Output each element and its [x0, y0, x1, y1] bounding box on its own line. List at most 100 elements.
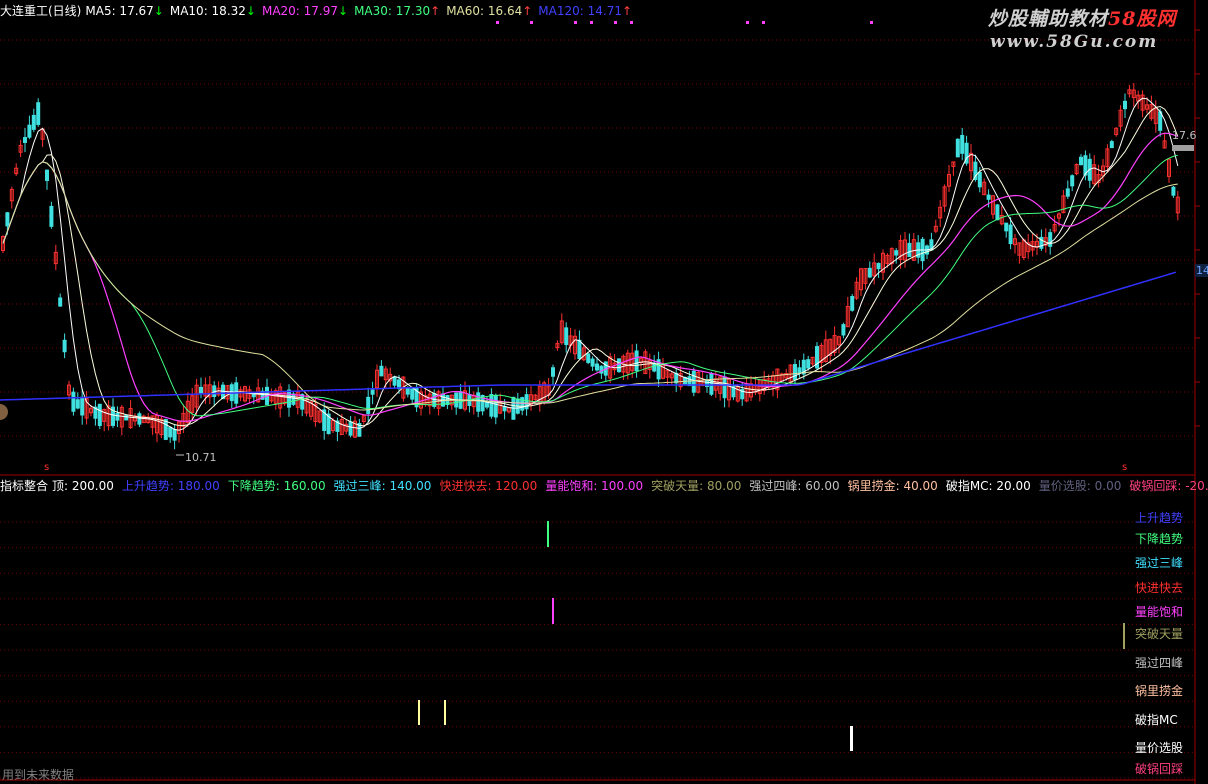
- candle-body: [1070, 175, 1075, 187]
- candle-body: [58, 297, 63, 307]
- indicator-row-label: 量价选股: [1135, 741, 1184, 755]
- ma-legend-item: MA5: 17.67↓: [85, 4, 163, 18]
- indicator-legend-item: 强过四峰: 60.00: [749, 479, 840, 493]
- signal-bar-down-trend: [547, 521, 549, 547]
- ma-legend-item: MA120: 14.71↑: [538, 4, 632, 18]
- candle-body: [27, 124, 32, 138]
- ma-legend-item: MA60: 16.64↑: [446, 4, 532, 18]
- candle-body: [590, 358, 595, 367]
- candle-body: [1008, 224, 1013, 245]
- ma-legend-item: MA30: 17.30↑: [354, 4, 440, 18]
- ma-trend-arrow-icon: ↓: [338, 4, 349, 18]
- indicator-row-label: 破锅回踩: [1135, 762, 1184, 776]
- scroll-edge-handle: [0, 404, 8, 420]
- candle-body: [348, 421, 353, 436]
- candle-body: [476, 392, 481, 412]
- indicator-legend-item: 上升趋势: 180.00: [121, 479, 220, 493]
- candle-body: [49, 205, 54, 227]
- candle-body: [867, 267, 872, 278]
- candle-body: [366, 396, 371, 414]
- ma-label: MA20: 17.97: [261, 4, 339, 18]
- candle-body: [850, 296, 855, 311]
- signal-dot: [590, 21, 593, 24]
- signal-dot: [574, 21, 577, 24]
- candle-body: [45, 169, 49, 181]
- indicator-legend-item: 量能饱和: 100.00: [545, 479, 644, 493]
- ma120-line: [0, 271, 1177, 401]
- ma-line: [2, 132, 1179, 422]
- indicator-legend-item: 锅里捞金: 40.00: [847, 479, 938, 493]
- candle-body: [617, 358, 621, 373]
- indicator-row-label: 下降趋势: [1135, 532, 1184, 546]
- candle-body: [97, 403, 102, 427]
- kline-chart[interactable]: ss: [0, 0, 1208, 784]
- indicator-legend-item: 破锅回踩: -20.00: [1129, 479, 1208, 493]
- indicator-legend-item: 量价选股: 0.00: [1038, 479, 1122, 493]
- watermark-line2: www.58Gu.com: [990, 32, 1159, 52]
- indicator-legend-item: 下降趋势: 160.00: [227, 479, 326, 493]
- ma-label: MA5: 17.67: [85, 4, 154, 18]
- indicator-row-label: 上升趋势: [1135, 511, 1184, 525]
- future-data-note: 用到未来数据: [2, 768, 75, 782]
- indicator-legend-item: 破指MC: 20.00: [945, 479, 1031, 493]
- candle-body: [168, 426, 173, 438]
- candle-body: [36, 102, 41, 125]
- ma-legend: 大连重工(日线) MA5: 17.67↓ MA10: 18.32↓ MA20: 17.…: [0, 2, 644, 18]
- candle-body: [955, 138, 960, 158]
- candle-body: [71, 391, 76, 412]
- low-price-label: 10.71: [185, 451, 217, 464]
- candle-body: [634, 350, 639, 372]
- ma-label: MA30: 17.30: [354, 4, 431, 18]
- ma-trend-arrow-icon: ↑: [621, 4, 633, 18]
- candle-body: [23, 137, 27, 143]
- candle-body: [410, 388, 415, 400]
- signal-dot: [496, 21, 499, 24]
- candle-body: [806, 359, 811, 369]
- indicator-name: 指标整合: [0, 479, 49, 493]
- candle-body: [1123, 100, 1127, 110]
- candle-body: [489, 394, 494, 417]
- candle-body: [1079, 156, 1083, 166]
- candle-body: [1109, 141, 1114, 149]
- indicator-legend: 指标整合 顶: 200.00 上升趋势: 180.00 下降趋势: 160.00 强过三…: [0, 477, 1208, 493]
- indicator-row-label: 量能饱和: [1135, 605, 1184, 619]
- indicator-row-label: 快进快去: [1135, 581, 1184, 595]
- ma-label: MA10: 18.32: [169, 4, 246, 18]
- signal-dot: [762, 21, 765, 24]
- candle-body: [1171, 186, 1176, 196]
- indicator-row-label: 破指MC: [1135, 713, 1178, 727]
- ma-legend-item: MA10: 18.32↓: [170, 4, 256, 18]
- signal-dot: [630, 21, 633, 24]
- ma-label: MA60: 16.64: [446, 4, 523, 18]
- candle-body: [876, 262, 881, 270]
- indicator-legend-item: 顶: 200.00: [52, 479, 114, 493]
- candle-body: [62, 339, 67, 353]
- indicator-row-label: 强过三峰: [1135, 556, 1184, 570]
- ma-legend-item: MA20: 17.97↓: [262, 4, 348, 18]
- candle-body: [551, 367, 555, 377]
- current-price-marker: [1172, 145, 1194, 151]
- candle-body: [80, 396, 85, 416]
- candle-body: [199, 386, 203, 394]
- candle-body: [137, 413, 142, 425]
- signal-bar-breakout: [1123, 623, 1125, 649]
- candle-body: [691, 370, 696, 393]
- candle-body: [595, 363, 599, 371]
- indicator-row-label: 突破天量: [1135, 627, 1184, 641]
- candle-body: [841, 324, 846, 336]
- ma-trend-arrow-icon: ↓: [245, 4, 256, 18]
- watermark-line1: 炒股輔助教材58股网: [988, 4, 1176, 31]
- candle-body: [652, 362, 657, 372]
- candle-body: [722, 376, 727, 399]
- ma-trend-arrow-icon: ↑: [430, 4, 441, 18]
- candle-body: [986, 194, 991, 200]
- candle-body: [379, 365, 384, 377]
- ma-trend-arrow-icon: ↓: [153, 4, 164, 18]
- candle-body: [1048, 232, 1053, 247]
- indicator-legend-item: 突破天量: 80.00: [651, 479, 742, 493]
- candle-body: [300, 394, 305, 410]
- indicator-legend-item: 强过三峰: 140.00: [333, 479, 432, 493]
- candle-body: [370, 389, 375, 395]
- signal-s-marker: s: [1122, 462, 1127, 473]
- indicator-row-label: 强过四峰: [1135, 656, 1184, 670]
